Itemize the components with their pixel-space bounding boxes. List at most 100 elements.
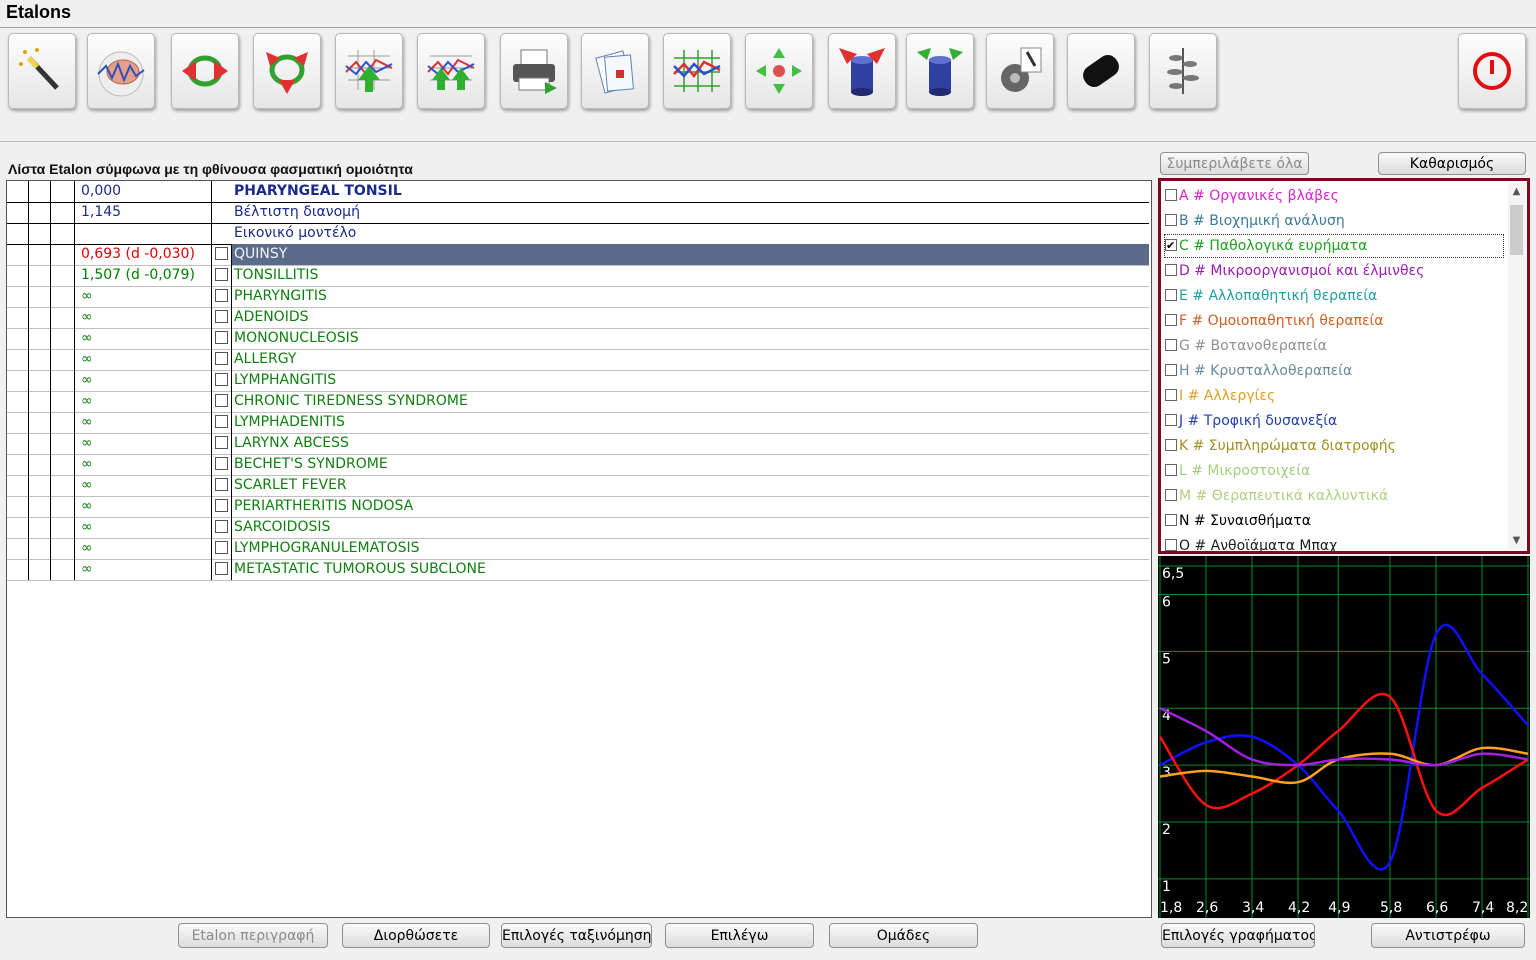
chart-up-button[interactable] [335,33,403,109]
row-checkbox-cell[interactable] [212,517,232,538]
category-checkbox[interactable] [1165,214,1177,226]
category-item[interactable]: M # Θεραπευτικά καλλυντικά [1165,485,1388,507]
category-checkbox[interactable] [1165,339,1177,351]
print-button[interactable] [500,33,568,109]
row-checkbox-cell[interactable] [212,475,232,496]
table-row[interactable]: ∞ ADENOIDS [7,307,1149,329]
category-checkbox[interactable] [1165,514,1177,526]
chart-double-button[interactable] [417,33,485,109]
brain-button[interactable] [87,33,155,109]
table-row[interactable]: ∞ PERIARTHERITIS NODOSA [7,496,1149,518]
row-checkbox-cell[interactable] [212,391,232,412]
category-item[interactable]: L # Μικροστοιχεία [1165,460,1310,482]
select-button[interactable]: Επιλέγω [665,923,814,948]
row-checkbox-cell[interactable] [212,412,232,433]
row-checkbox[interactable] [215,268,228,281]
table-row[interactable]: 0,693 (d -0,030) QUINSY [7,244,1149,266]
category-checkbox[interactable] [1165,364,1177,376]
category-item[interactable]: F # Ομοιοπαθητική θεραπεία [1165,310,1384,332]
category-item[interactable]: G # Βοτανοθεραπεία [1165,335,1327,357]
category-item[interactable]: N # Συναισθήματα [1165,510,1311,532]
category-checkbox[interactable] [1165,414,1177,426]
category-checkbox[interactable] [1165,314,1177,326]
reference-row[interactable]: 0,000 PHARYNGEAL TONSIL [7,181,1149,203]
category-checkbox[interactable] [1165,264,1177,276]
row-checkbox[interactable] [215,499,228,512]
graph-options-button[interactable]: Επιλογές γραφήματος [1161,923,1315,948]
scroll-down-icon[interactable]: ▼ [1508,532,1525,549]
table-row[interactable]: ∞ SCARLET FEVER [7,475,1149,497]
row-checkbox[interactable] [215,478,228,491]
row-checkbox[interactable] [215,289,228,302]
category-scrollbar[interactable]: ▲ ▼ [1508,183,1525,549]
category-item[interactable]: H # Κρυσταλλοθεραπεία [1165,360,1352,382]
clipboard-button[interactable] [581,33,649,109]
cycle-arrows-button[interactable] [171,33,239,109]
category-checkbox[interactable] [1165,439,1177,451]
table-row[interactable]: ∞ MONONUCLEOSIS [7,328,1149,350]
category-checkbox[interactable] [1165,489,1177,501]
include-all-button[interactable]: Συμπεριλάβετε όλα [1160,152,1309,175]
scroll-up-icon[interactable]: ▲ [1508,183,1525,200]
stone-button[interactable] [1067,33,1135,109]
table-row[interactable]: ∞ LYMPHADENITIS [7,412,1149,434]
etalon-description-button[interactable]: Etalon περιγραφή [178,923,328,948]
row-checkbox[interactable] [215,415,228,428]
table-row[interactable]: ∞ BECHET'S SYNDROME [7,454,1149,476]
row-checkbox-cell[interactable] [212,433,232,454]
row-checkbox[interactable] [215,247,228,260]
row-checkbox[interactable] [215,562,228,575]
row-checkbox[interactable] [215,436,228,449]
row-checkbox-cell[interactable] [212,538,232,559]
cylinder-green-button[interactable] [906,33,974,109]
table-row[interactable]: ∞ METASTATIC TUMOROUS SUBCLONE [7,559,1149,581]
category-item[interactable]: E # Αλλοπαθητική θεραπεία [1165,285,1377,307]
category-item[interactable]: J # Τροφική δυσανεξία [1165,410,1337,432]
row-checkbox-cell[interactable] [212,286,232,307]
row-checkbox-cell[interactable] [212,349,232,370]
table-row[interactable]: ∞ LYMPHANGITIS [7,370,1149,392]
row-checkbox[interactable] [215,310,228,323]
reference-row[interactable]: Εικονικό μοντέλο [7,223,1149,245]
microscope-button[interactable] [986,33,1054,109]
row-checkbox-cell[interactable] [212,370,232,391]
table-row[interactable]: ∞ LYMPHOGRANULEMATOSIS [7,538,1149,560]
table-row[interactable]: ∞ SARCOIDOSIS [7,517,1149,539]
category-list[interactable]: ▲ ▼ A # Οργανικές βλάβες B # Βιοχημική αν… [1158,178,1530,554]
sort-options-button[interactable]: Επιλογές ταξινόμησης [501,923,652,948]
row-checkbox-cell[interactable] [212,328,232,349]
reference-row[interactable]: 1,145 Βέλτιστη διανομή [7,202,1149,224]
category-checkbox[interactable]: ✔ [1165,239,1177,252]
row-checkbox[interactable] [215,541,228,554]
cylinder-red-button[interactable] [828,33,896,109]
row-checkbox-cell[interactable] [212,496,232,517]
row-checkbox[interactable] [215,394,228,407]
table-row[interactable]: ∞ ALLERGY [7,349,1149,371]
row-checkbox-cell[interactable] [212,307,232,328]
category-checkbox[interactable] [1165,189,1177,201]
magic-wand-button[interactable] [8,33,76,109]
table-row[interactable]: ∞ CHRONIC TIREDNESS SYNDROME [7,391,1149,413]
table-row[interactable]: 1,507 (d -0,079) TONSILLITIS [7,265,1149,287]
category-checkbox[interactable] [1165,289,1177,301]
category-item[interactable]: ✔ C # Παθολογικά ευρήματα [1164,234,1504,258]
clear-button[interactable]: Καθαρισμός [1378,152,1526,175]
row-checkbox[interactable] [215,331,228,344]
table-row[interactable]: ∞ PHARYNGITIS [7,286,1149,308]
row-checkbox-cell[interactable] [212,265,232,286]
row-checkbox-cell[interactable] [212,559,232,580]
plant-button[interactable] [1149,33,1217,109]
arrows-down-button[interactable] [253,33,321,109]
category-item[interactable]: A # Οργανικές βλάβες [1165,185,1339,207]
row-checkbox[interactable] [215,457,228,470]
cross-arrows-button[interactable] [745,33,813,109]
scroll-thumb[interactable] [1510,205,1523,255]
groups-button[interactable]: Ομάδες [829,923,978,948]
category-checkbox[interactable] [1165,539,1177,551]
row-checkbox[interactable] [215,373,228,386]
category-item[interactable]: B # Βιοχημική ανάλυση [1165,210,1345,232]
row-checkbox[interactable] [215,352,228,365]
category-item[interactable]: K # Συμπληρώματα διατροφής [1165,435,1396,457]
category-item[interactable]: I # Αλλεργίες [1165,385,1275,407]
category-item[interactable]: O # Ανθοϊάματα Μπαχ [1165,535,1337,551]
